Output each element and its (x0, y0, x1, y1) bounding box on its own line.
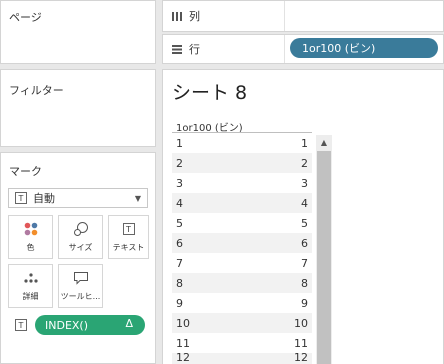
row-value: 6 (301, 236, 308, 250)
size-circles-icon (73, 216, 89, 242)
row-bin: 7 (176, 256, 183, 270)
tooltip-button[interactable]: ツールヒ... (58, 264, 103, 308)
row-value: 7 (301, 256, 308, 270)
rows-label: 行 (189, 43, 200, 56)
columns-label: 列 (189, 10, 200, 23)
mark-type-value: 自動 (33, 192, 55, 205)
scrollbar-thumb[interactable] (317, 151, 331, 364)
row-value: 8 (301, 276, 308, 290)
detail-button[interactable]: 詳細 (8, 264, 53, 308)
size-button[interactable]: サイズ (58, 215, 103, 259)
table-row[interactable]: 88 (172, 273, 312, 293)
row-value: 2 (301, 156, 308, 170)
pages-label: ページ (9, 11, 42, 24)
row-bin: 2 (176, 156, 183, 170)
row-bin: 5 (176, 216, 183, 230)
detail-button-label: 詳細 (22, 292, 39, 301)
row-bin: 12 (176, 353, 190, 364)
rows-icon (172, 45, 182, 54)
row-bin: 9 (176, 296, 183, 310)
row-value: 5 (301, 216, 308, 230)
row-value: 12 (294, 353, 308, 364)
row-value: 3 (301, 176, 308, 190)
row-bin: 6 (176, 236, 183, 250)
filters-label: フィルター (9, 84, 64, 97)
marks-label: マーク (9, 165, 42, 178)
table-calc-delta-icon: Δ (125, 317, 133, 330)
row-bin: 10 (176, 316, 190, 330)
table-row[interactable]: 33 (172, 173, 312, 193)
row-value: 11 (294, 336, 308, 350)
row-value: 4 (301, 196, 308, 210)
index-field-pill[interactable]: INDEX() Δ (35, 315, 145, 335)
row-bin: 8 (176, 276, 183, 290)
tooltip-icon (73, 265, 89, 291)
table-row[interactable]: 77 (172, 253, 312, 273)
table-row[interactable]: 44 (172, 193, 312, 213)
rows-pill-label: 1or100 (ビン) (302, 42, 376, 55)
sheet-title: シート 8 (172, 82, 248, 104)
index-pill-label: INDEX() (45, 318, 89, 332)
table-row[interactable]: 66 (172, 233, 312, 253)
text-icon: T (122, 223, 135, 235)
row-bin: 3 (176, 176, 183, 190)
row-bin: 11 (176, 336, 190, 350)
table-row[interactable]: 99 (172, 293, 312, 313)
row-value: 9 (301, 296, 308, 310)
text-mark-icon: T (15, 192, 27, 204)
columns-shelf[interactable]: 列 (162, 0, 444, 32)
columns-icon (172, 12, 182, 21)
mark-type-dropdown[interactable]: T 自動 ▼ (8, 188, 148, 208)
tooltip-button-label: ツールヒ... (60, 292, 101, 301)
text-button[interactable]: T テキスト (108, 215, 149, 259)
filters-card[interactable]: フィルター (0, 69, 156, 147)
table-row[interactable]: 55 (172, 213, 312, 233)
table-row[interactable]: 10 10 (172, 313, 312, 333)
text-encoding-icon: T (15, 319, 27, 331)
text-button-label: テキスト (112, 243, 145, 252)
detail-dots-icon (23, 265, 39, 291)
chevron-down-icon: ▼ (134, 193, 141, 203)
row-value: 1 (301, 136, 308, 150)
color-button[interactable]: 色 (8, 215, 53, 259)
pages-card: ページ (0, 0, 156, 64)
row-value: 10 (294, 316, 308, 330)
scroll-up-icon[interactable]: ▲ (316, 135, 332, 149)
table-row[interactable]: 11 (172, 133, 312, 153)
row-bin: 1 (176, 136, 183, 150)
rows-field-pill[interactable]: 1or100 (ビン) (290, 38, 438, 58)
table-row[interactable]: 12 12 (172, 353, 312, 364)
color-dots-icon (23, 216, 39, 242)
table-row[interactable]: 22 (172, 153, 312, 173)
row-bin: 4 (176, 196, 183, 210)
vertical-scrollbar[interactable]: ▲ (316, 135, 332, 364)
size-button-label: サイズ (68, 243, 93, 252)
table-row[interactable]: 11 11 (172, 333, 312, 353)
color-button-label: 色 (26, 243, 35, 252)
